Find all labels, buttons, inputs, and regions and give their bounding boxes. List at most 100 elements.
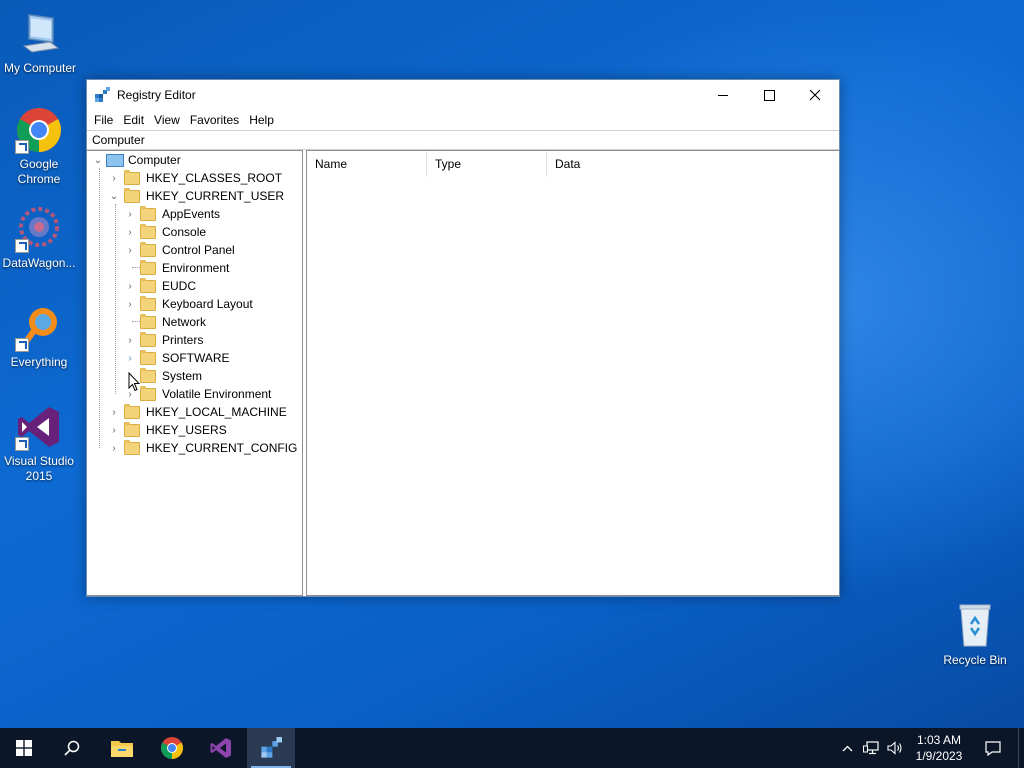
tree-item-label: Control Panel	[162, 243, 235, 257]
tree-item-label: SOFTWARE	[162, 351, 230, 365]
tree-item-console[interactable]: › Console	[124, 223, 206, 241]
tree-item-label: HKEY_CURRENT_USER	[146, 189, 285, 203]
tree-item-label: HKEY_USERS	[146, 423, 227, 437]
menu-view[interactable]: View	[149, 113, 185, 127]
chevron-down-icon[interactable]: ⌄	[92, 151, 104, 169]
tree-item-hkey-classes-root[interactable]: › HKEY_CLASSES_ROOT	[108, 169, 282, 187]
window-title: Registry Editor	[117, 88, 196, 102]
tree-item-hkey-current-config[interactable]: › HKEY_CURRENT_CONFIG	[108, 439, 297, 457]
column-header-data[interactable]: Data	[547, 151, 747, 177]
menu-edit[interactable]: Edit	[118, 113, 149, 127]
tree-item-eudc[interactable]: › EUDC	[124, 277, 196, 295]
tree-item-hkey-current-user[interactable]: ⌄ HKEY_CURRENT_USER	[108, 187, 284, 205]
chevron-right-icon[interactable]: ›	[124, 295, 136, 313]
action-center-button[interactable]	[976, 728, 1010, 768]
tree-item-label: Environment	[162, 261, 230, 275]
registry-tree-pane[interactable]: ⌄ Computer › HKEY_CLASSES_ROOT ⌄ HKEY_CU…	[87, 150, 303, 596]
tree-item-label: Keyboard Layout	[162, 297, 253, 311]
taskbar-file-explorer[interactable]	[98, 728, 146, 768]
column-header-type[interactable]: Type	[427, 151, 547, 177]
taskbar-visual-studio[interactable]	[197, 728, 245, 768]
show-hidden-icons-button[interactable]	[838, 728, 856, 768]
start-button[interactable]	[0, 728, 48, 768]
tree-item-environment[interactable]: Environment	[124, 259, 229, 277]
folder-icon	[140, 385, 156, 401]
tree-item-volatile-environment[interactable]: › Volatile Environment	[124, 385, 271, 403]
chevron-right-icon[interactable]: ›	[124, 331, 136, 349]
chevron-right-icon[interactable]: ›	[108, 421, 120, 439]
recycle-bin-icon	[951, 602, 999, 650]
registry-editor-window[interactable]: Registry Editor File Edit View Favorites…	[86, 79, 840, 597]
registry-values-pane[interactable]: Name Type Data	[306, 150, 839, 596]
chevron-right-icon[interactable]: ›	[108, 169, 120, 187]
tree-item-printers[interactable]: › Printers	[124, 331, 203, 349]
folder-icon	[140, 241, 156, 257]
tree-item-control-panel[interactable]: › Control Panel	[124, 241, 235, 259]
chevron-right-icon[interactable]: ›	[124, 223, 136, 241]
tree-item-hkey-local-machine[interactable]: › HKEY_LOCAL_MACHINE	[108, 403, 287, 421]
column-header-name[interactable]: Name	[307, 151, 427, 177]
tree-item-label: Computer	[128, 153, 181, 167]
folder-icon	[140, 205, 156, 221]
show-desktop-button[interactable]	[1018, 728, 1024, 768]
registry-editor-icon	[261, 737, 282, 758]
minimize-icon	[718, 94, 728, 96]
tree-item-label: Console	[162, 225, 207, 239]
clock[interactable]: 1:03 AM 1/9/2023	[908, 732, 970, 764]
maximize-button[interactable]	[746, 80, 792, 110]
menu-file[interactable]: File	[89, 113, 118, 127]
tree-item-label: Printers	[162, 333, 204, 347]
menu-favorites[interactable]: Favorites	[185, 113, 244, 127]
clock-date: 1/9/2023	[915, 749, 963, 763]
desktop-icon-label: Everything	[10, 355, 68, 369]
chevron-right-icon[interactable]: ›	[124, 349, 136, 367]
folder-icon	[140, 277, 156, 293]
desktop-icon-google-chrome[interactable]: Google Chrome	[0, 106, 79, 187]
chevron-right-icon[interactable]: ›	[124, 277, 136, 295]
folder-icon	[124, 169, 140, 185]
chevron-right-icon[interactable]: ›	[124, 241, 136, 259]
folder-icon	[140, 223, 156, 239]
tree-item-hkey-users[interactable]: › HKEY_USERS	[108, 421, 227, 439]
network-status-button[interactable]	[860, 728, 882, 768]
chevron-down-icon[interactable]: ⌄	[108, 187, 120, 205]
tree-item-label: HKEY_LOCAL_MACHINE	[146, 405, 287, 419]
computer-icon	[106, 153, 124, 167]
everything-search-icon	[15, 304, 63, 352]
desktop-icon-label: My Computer	[3, 61, 77, 75]
tree-item-keyboard-layout[interactable]: › Keyboard Layout	[124, 295, 253, 313]
folder-icon	[140, 259, 156, 275]
chevron-right-icon[interactable]: ›	[108, 439, 120, 457]
folder-icon	[140, 349, 156, 365]
tree-item-software[interactable]: › SOFTWARE	[124, 349, 230, 367]
chevron-right-icon[interactable]: ›	[124, 205, 136, 223]
file-explorer-icon	[111, 741, 133, 757]
visual-studio-icon	[210, 738, 231, 758]
clock-time: 1:03 AM	[916, 733, 962, 747]
folder-icon	[140, 367, 156, 383]
volume-button[interactable]	[884, 728, 906, 768]
desktop-icon-visual-studio[interactable]: Visual Studio 2015	[0, 403, 79, 484]
taskbar-chrome[interactable]	[148, 728, 196, 768]
maximize-icon	[763, 89, 775, 101]
desktop-icon-recycle-bin[interactable]: Recycle Bin	[935, 602, 1015, 668]
taskbar: 1:03 AM 1/9/2023	[0, 728, 1024, 768]
tree-item-computer[interactable]: ⌄ Computer	[92, 151, 181, 169]
taskbar-registry-editor[interactable]	[247, 728, 295, 768]
chevron-right-icon[interactable]: ›	[108, 403, 120, 421]
search-button[interactable]	[48, 728, 96, 768]
address-bar[interactable]: Computer	[87, 130, 839, 150]
desktop-icon-datawagon[interactable]: DataWagon...	[0, 205, 79, 271]
desktop-icon-my-computer[interactable]: My Computer	[0, 10, 80, 76]
tree-item-network[interactable]: Network	[124, 313, 206, 331]
minimize-button[interactable]	[700, 80, 746, 110]
desktop-icon-everything[interactable]: Everything	[0, 304, 79, 370]
menu-bar: File Edit View Favorites Help	[87, 110, 839, 130]
tree-item-label: AppEvents	[162, 207, 221, 221]
close-button[interactable]	[792, 80, 838, 110]
tree-item-label: Network	[162, 315, 207, 329]
tree-item-appevents[interactable]: › AppEvents	[124, 205, 220, 223]
title-bar[interactable]: Registry Editor	[87, 80, 839, 110]
menu-help[interactable]: Help	[244, 113, 279, 127]
close-icon	[809, 89, 821, 101]
